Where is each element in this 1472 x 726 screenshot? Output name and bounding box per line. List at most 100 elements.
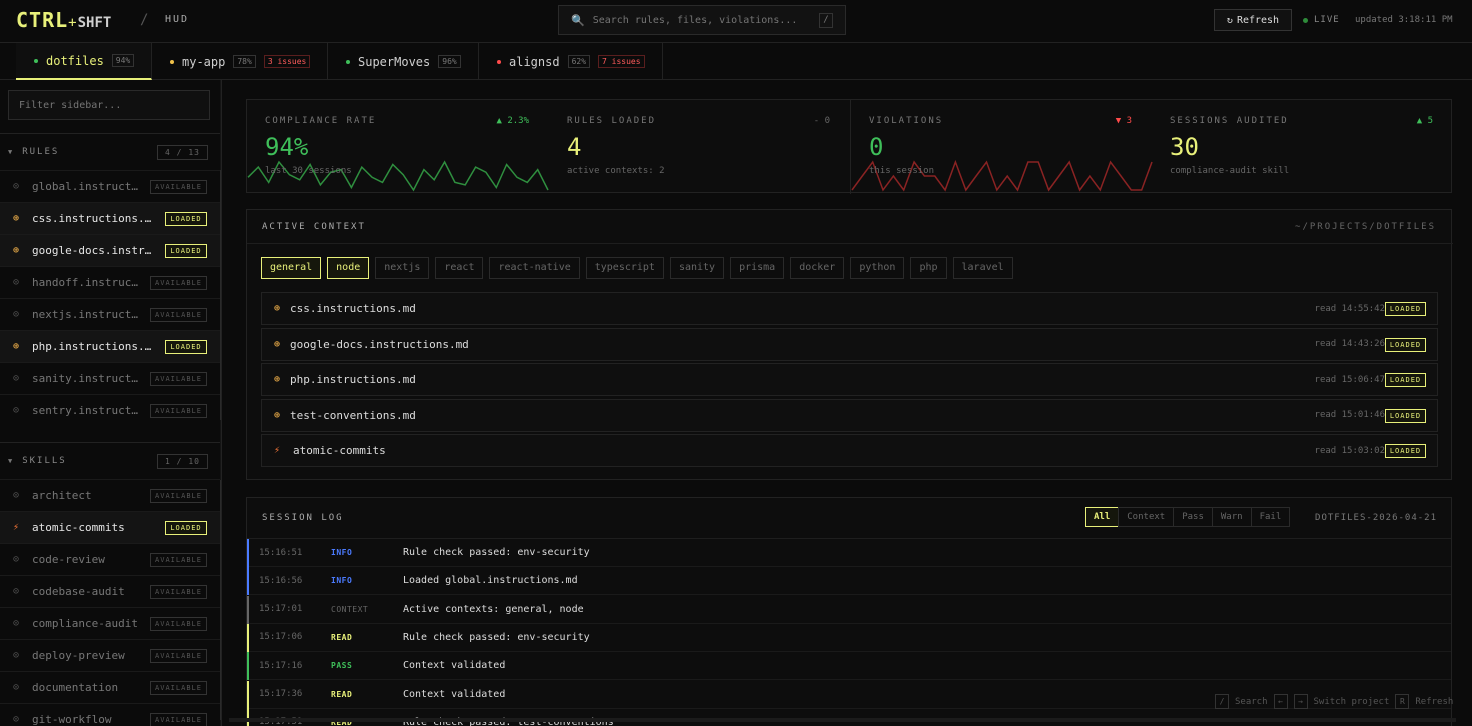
- log-filter-pass[interactable]: Pass: [1173, 507, 1213, 527]
- hint-key: →: [1293, 694, 1308, 709]
- sidebar-item-nextjs-instructions-md[interactable]: ⊙ nextjs.instructions.md AVAILABLE: [0, 298, 220, 330]
- sidebar-item-architect[interactable]: ⊙ architect AVAILABLE: [0, 479, 220, 511]
- log-message: Rule check passed: env-security: [403, 631, 590, 643]
- tab-issues-badge: 7 issues: [598, 55, 645, 68]
- sidebar-item-codebase-audit[interactable]: ⊙ codebase-audit AVAILABLE: [0, 575, 220, 607]
- tab-label: SuperMoves: [358, 54, 431, 69]
- search-input[interactable]: [592, 14, 813, 26]
- read-timestamp: read 15:01:46: [1314, 410, 1385, 420]
- context-file-google-docs-instructions-md[interactable]: ⊕ google-docs.instructions.md read 14:43:2…: [261, 327, 1438, 361]
- context-chip-node[interactable]: node: [327, 257, 370, 279]
- context-chip-react[interactable]: react: [435, 257, 484, 279]
- divider: [247, 243, 1453, 244]
- sidebar-item-documentation[interactable]: ⊙ documentation AVAILABLE: [0, 671, 220, 703]
- plus-circle-icon: ⊕: [12, 213, 20, 224]
- session-log-panel: SESSION LOG All Context Pass Warn Fail DOTFI…: [246, 497, 1452, 726]
- log-level-bar: [247, 652, 249, 681]
- log-message: Context validated: [403, 660, 506, 672]
- rules-scrollbar-thumb[interactable]: [220, 170, 221, 420]
- status-badge: LOADED: [1385, 373, 1426, 387]
- sidebar-item-label: architect: [32, 489, 92, 502]
- page-title: HUD: [165, 14, 190, 25]
- hint-label: Refresh: [1415, 696, 1454, 707]
- log-level: PASS: [331, 661, 353, 671]
- tab-my-app[interactable]: my-app 78% 3 issues: [152, 43, 328, 80]
- context-file-test-conventions-md[interactable]: ⊕ test-conventions.md read 15:01:46 LOADED: [261, 398, 1438, 432]
- log-time: 15:17:06: [259, 632, 303, 643]
- tab-supermoves[interactable]: SuperMoves 96%: [328, 43, 479, 80]
- status-badge: AVAILABLE: [150, 553, 207, 567]
- context-file-atomic-commits[interactable]: ⚡ atomic-commits read 15:03:02 LOADED: [261, 434, 1438, 467]
- log-message: Rule check passed: env-security: [403, 547, 590, 558]
- sidebar-item-git-workflow[interactable]: ⊙ git-workflow AVAILABLE: [0, 703, 220, 726]
- active-context-panel: ACTIVE CONTEXT ~/PROJECTS/DOTFILES gener…: [246, 209, 1453, 480]
- section-count: 4 / 13: [157, 145, 208, 160]
- rules-section-header[interactable]: ▼ RULES 4 / 13: [0, 133, 220, 169]
- stat-sessions-audited: SESSIONS AUDITED ▲ 5 30 compliance-audit sk…: [1152, 100, 1453, 194]
- context-chip-prisma[interactable]: prisma: [730, 257, 785, 279]
- context-chip-general[interactable]: general: [261, 257, 322, 279]
- main-scrollbar[interactable]: [229, 718, 1456, 722]
- sidebar-item-sanity-instructions-md[interactable]: ⊙ sanity.instructions.md AVAILABLE: [0, 362, 220, 394]
- tab-dotfiles[interactable]: dotfiles 94%: [16, 43, 152, 80]
- context-file-css-instructions-md[interactable]: ⊕ css.instructions.md read 14:55:42 LOADED: [261, 292, 1438, 325]
- sidebar-filter-input[interactable]: [8, 90, 210, 120]
- file-name: test-conventions.md: [290, 408, 416, 422]
- log-filter-context[interactable]: Context: [1118, 507, 1175, 527]
- circle-icon: ⊙: [12, 490, 20, 501]
- sidebar-item-deploy-preview[interactable]: ⊙ deploy-preview AVAILABLE: [0, 639, 220, 671]
- context-chip-python[interactable]: python: [850, 257, 905, 279]
- section-title: SESSION LOG: [262, 513, 344, 523]
- skills-section-header[interactable]: ▼ SKILLS 1 / 10: [0, 442, 220, 478]
- search-box[interactable]: 🔍 /: [558, 5, 846, 35]
- log-filter-warn[interactable]: Warn: [1211, 507, 1252, 527]
- refresh-label: Refresh: [1236, 14, 1280, 26]
- stat-value: 94%: [265, 133, 309, 161]
- context-chip-laravel[interactable]: laravel: [952, 257, 1013, 279]
- project-tabs: dotfiles 94% my-app 78% 3 issues SuperMo…: [0, 43, 1472, 80]
- tab-alignsd[interactable]: alignsd 62% 7 issues: [479, 43, 663, 80]
- context-chip-react-native[interactable]: react-native: [489, 257, 580, 279]
- skills-scrollbar-thumb[interactable]: [220, 480, 221, 720]
- status-badge: LOADED: [1385, 444, 1426, 458]
- status-badge: AVAILABLE: [150, 276, 207, 290]
- stat-subtitle: last 30 sessions: [265, 166, 352, 176]
- sidebar-item-css-instructions-md[interactable]: ⊕ css.instructions.md LOADED: [0, 202, 220, 234]
- status-badge: AVAILABLE: [150, 713, 207, 726]
- sidebar-item-code-review[interactable]: ⊙ code-review AVAILABLE: [0, 543, 220, 575]
- context-file-php-instructions-md[interactable]: ⊕ php.instructions.md read 15:06:47 LOADED: [261, 363, 1438, 396]
- sidebar-item-label: documentation: [32, 681, 119, 694]
- sidebar-item-php-instructions-md[interactable]: ⊕ php.instructions.md LOADED: [0, 330, 220, 362]
- main-panel: COMPLIANCE RATE ▲ 2.3% 94% last 30 sessions…: [230, 80, 1472, 726]
- context-chip-sanity[interactable]: sanity: [669, 257, 725, 279]
- tab-label: alignsd: [509, 54, 560, 69]
- sidebar-item-global-instructions-md[interactable]: ⊙ global.instructions.md AVAILABLE: [0, 170, 220, 202]
- log-level: CONTEXT: [331, 604, 369, 614]
- sidebar-item-sentry-instructions-md[interactable]: ⊙ sentry.instructions.md AVAILABLE: [0, 394, 220, 426]
- log-filter-all[interactable]: All: [1085, 507, 1120, 527]
- context-chip-typescript[interactable]: typescript: [585, 257, 664, 279]
- log-time: 15:17:16: [259, 660, 303, 671]
- refresh-button[interactable]: ↻ Refresh: [1214, 9, 1292, 31]
- sidebar-item-label: git-workflow: [32, 713, 112, 726]
- file-name: google-docs.instructions.md: [290, 337, 469, 351]
- logo-main: CTRL: [16, 8, 69, 32]
- sidebar-item-google-docs-instructions-md[interactable]: ⊕ google-docs.instructions.md LOADED: [0, 234, 220, 266]
- context-chip-docker[interactable]: docker: [790, 257, 845, 279]
- context-chip-php[interactable]: php: [910, 257, 947, 279]
- read-timestamp: read 15:03:02: [1314, 445, 1385, 456]
- logo[interactable]: CTRL+SHFT: [16, 8, 111, 32]
- sidebar-item-compliance-audit[interactable]: ⊙ compliance-audit AVAILABLE: [0, 607, 220, 639]
- sidebar-item-label: php.instructions.md: [32, 340, 152, 353]
- log-level: INFO: [331, 576, 353, 586]
- context-chip-nextjs[interactable]: nextjs: [375, 257, 430, 279]
- log-filter-fail[interactable]: Fail: [1250, 507, 1291, 527]
- refresh-icon: ↻: [1226, 14, 1233, 26]
- status-badge: AVAILABLE: [150, 585, 207, 599]
- stat-delta: ▲ 5: [1416, 116, 1433, 126]
- plus-circle-icon: ⊕: [274, 338, 281, 350]
- sidebar-item-atomic-commits[interactable]: ⚡ atomic-commits LOADED: [0, 511, 220, 543]
- stat-delta: ▲ 2.3%: [496, 116, 529, 126]
- sidebar-item-handoff-instructions-md[interactable]: ⊙ handoff.instructions.md AVAILABLE: [0, 266, 220, 298]
- stats-panel: COMPLIANCE RATE ▲ 2.3% 94% last 30 sessions…: [246, 99, 1453, 194]
